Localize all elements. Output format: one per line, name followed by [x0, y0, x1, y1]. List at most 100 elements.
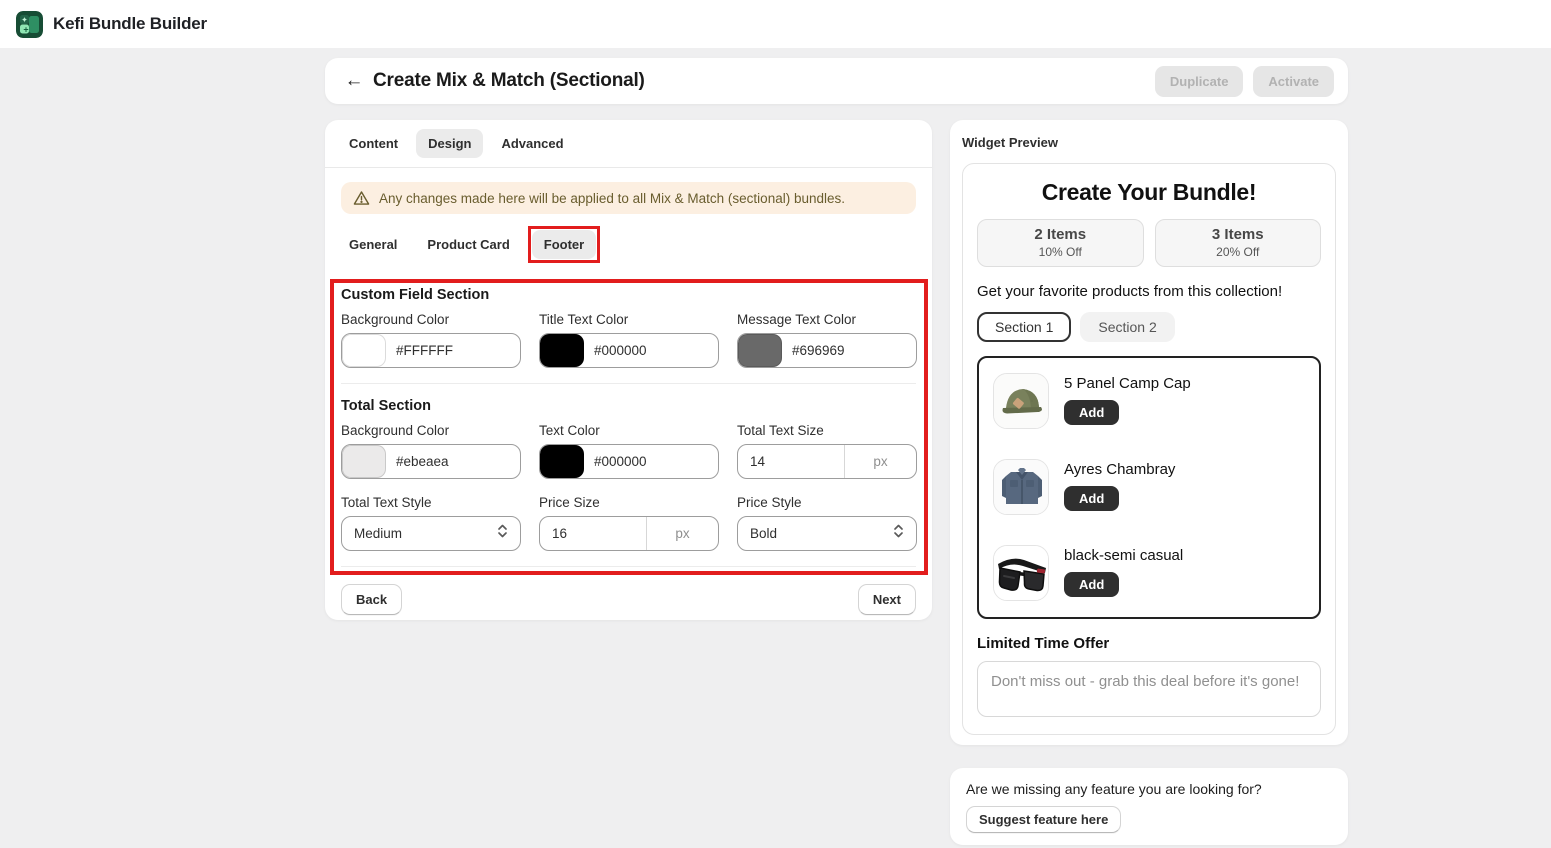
limited-offer-input[interactable]: [977, 661, 1321, 717]
section-2-tab[interactable]: Section 2: [1080, 312, 1174, 342]
message-text-color-field: Message Text Color #696969: [737, 312, 917, 368]
total-section-heading: Total Section: [341, 398, 916, 414]
suggest-feature-button[interactable]: Suggest feature here: [966, 806, 1121, 833]
field-label: Text Color: [539, 423, 719, 438]
footer-tab-annotation: Footer: [528, 226, 600, 263]
tier-discount: 10% Off: [978, 245, 1143, 259]
section-1-tab[interactable]: Section 1: [977, 312, 1071, 342]
product-row: 5 Panel Camp Cap Add: [993, 373, 1305, 429]
product-row: Ayres Chambray Add: [993, 459, 1305, 515]
color-hex-value: #000000: [594, 343, 647, 358]
bundle-heading: Create Your Bundle!: [977, 179, 1321, 206]
activate-button[interactable]: Activate: [1253, 66, 1334, 97]
custom-bg-color-input[interactable]: #FFFFFF: [341, 333, 521, 368]
chevron-up-down-icon: [893, 523, 904, 544]
widget-preview-card: Widget Preview Create Your Bundle! 2 Ite…: [950, 120, 1348, 745]
back-arrow-icon[interactable]: ←: [341, 68, 367, 94]
collection-message: Get your favorite products from this col…: [977, 283, 1321, 300]
tab-advanced[interactable]: Advanced: [489, 129, 575, 158]
field-label: Background Color: [341, 312, 521, 327]
kefi-logo-icon: ✦ +: [16, 11, 43, 38]
color-hex-value: #000000: [594, 454, 647, 469]
select-value: Medium: [354, 526, 402, 541]
field-label: Price Style: [737, 495, 917, 510]
add-product-button[interactable]: Add: [1064, 400, 1119, 425]
footer-settings-form: Custom Field Section Background Color #F…: [341, 263, 916, 567]
chevron-up-down-icon: [497, 523, 508, 544]
price-style-field: Price Style Bold: [737, 495, 917, 551]
product-info: 5 Panel Camp Cap Add: [1064, 373, 1191, 425]
settings-card: Content Design Advanced Any changes made…: [325, 120, 932, 620]
field-label: Background Color: [341, 423, 521, 438]
add-product-button[interactable]: Add: [1064, 572, 1119, 597]
main-tabs: Content Design Advanced: [325, 120, 932, 168]
total-bg-color-input[interactable]: #ebeaea: [341, 444, 521, 479]
color-swatch[interactable]: [342, 334, 386, 367]
next-button[interactable]: Next: [858, 584, 916, 615]
section-divider: [341, 566, 916, 567]
subtab-product-card[interactable]: Product Card: [415, 230, 521, 259]
subtab-footer[interactable]: Footer: [532, 230, 596, 259]
field-label: Price Size: [539, 495, 719, 510]
warning-banner-text: Any changes made here will be applied to…: [379, 191, 845, 206]
product-title: Ayres Chambray: [1064, 459, 1175, 478]
custom-bg-color-field: Background Color #FFFFFF: [341, 312, 521, 368]
unit-suffix: px: [844, 445, 916, 478]
sunglasses-product-image: [993, 545, 1049, 601]
field-label: Total Text Style: [341, 495, 521, 510]
feature-question-text: Are we missing any feature you are looki…: [966, 781, 1332, 797]
back-button[interactable]: Back: [341, 584, 402, 615]
total-text-color-input[interactable]: #000000: [539, 444, 719, 479]
color-hex-value: #FFFFFF: [396, 343, 453, 358]
cap-product-image: [993, 373, 1049, 429]
design-subtabs: General Product Card Footer: [325, 214, 932, 263]
color-swatch[interactable]: [540, 445, 584, 478]
product-title: 5 Panel Camp Cap: [1064, 373, 1191, 392]
tier-3-items[interactable]: 3 Items 20% Off: [1155, 219, 1322, 267]
select-value: Bold: [750, 526, 777, 541]
duplicate-button[interactable]: Duplicate: [1155, 66, 1244, 97]
title-text-color-input[interactable]: #000000: [539, 333, 719, 368]
number-value: 16: [552, 526, 646, 541]
app-viewport: ✦ + Kefi Bundle Builder ← Create Mix & M…: [0, 0, 1551, 848]
subtab-general[interactable]: General: [337, 230, 409, 259]
message-text-color-input[interactable]: #696969: [737, 333, 917, 368]
feature-suggestion-card: Are we missing any feature you are looki…: [950, 768, 1348, 845]
section-tabs: Section 1 Section 2: [977, 312, 1321, 342]
page-header: ← Create Mix & Match (Sectional) Duplica…: [325, 58, 1348, 104]
custom-field-section-heading: Custom Field Section: [341, 287, 916, 303]
shirt-product-image: [993, 459, 1049, 515]
field-label: Title Text Color: [539, 312, 719, 327]
color-swatch[interactable]: [342, 445, 386, 478]
tier-options: 2 Items 10% Off 3 Items 20% Off: [977, 219, 1321, 267]
total-text-size-field: Total Text Size 14 px: [737, 423, 917, 479]
field-label: Total Text Size: [737, 423, 917, 438]
svg-text:✦: ✦: [21, 15, 28, 24]
tier-discount: 20% Off: [1156, 245, 1321, 259]
price-style-select[interactable]: Bold: [737, 516, 917, 551]
unit-suffix: px: [646, 517, 718, 550]
product-row: black-semi casual Add: [993, 545, 1305, 601]
warning-banner: Any changes made here will be applied to…: [341, 182, 916, 214]
price-size-field: Price Size 16 px: [539, 495, 719, 551]
product-info: Ayres Chambray Add: [1064, 459, 1175, 511]
widget-preview-box: Create Your Bundle! 2 Items 10% Off 3 It…: [962, 163, 1336, 735]
tier-2-items[interactable]: 2 Items 10% Off: [977, 219, 1144, 267]
number-value: 14: [750, 454, 844, 469]
total-text-style-select[interactable]: Medium: [341, 516, 521, 551]
tab-content[interactable]: Content: [337, 129, 410, 158]
color-swatch[interactable]: [540, 334, 584, 367]
widget-preview-label: Widget Preview: [962, 135, 1336, 150]
color-swatch[interactable]: [738, 334, 782, 367]
tier-title: 2 Items: [978, 226, 1143, 243]
add-product-button[interactable]: Add: [1064, 486, 1119, 511]
product-list: 5 Panel Camp Cap Add: [977, 356, 1321, 619]
color-hex-value: #ebeaea: [396, 454, 449, 469]
svg-text:+: +: [23, 24, 28, 34]
total-text-style-field: Total Text Style Medium: [341, 495, 521, 551]
tab-design[interactable]: Design: [416, 129, 483, 158]
total-text-size-input[interactable]: 14 px: [737, 444, 917, 479]
total-text-color-field: Text Color #000000: [539, 423, 719, 479]
topbar: ✦ + Kefi Bundle Builder: [0, 0, 1551, 48]
price-size-input[interactable]: 16 px: [539, 516, 719, 551]
